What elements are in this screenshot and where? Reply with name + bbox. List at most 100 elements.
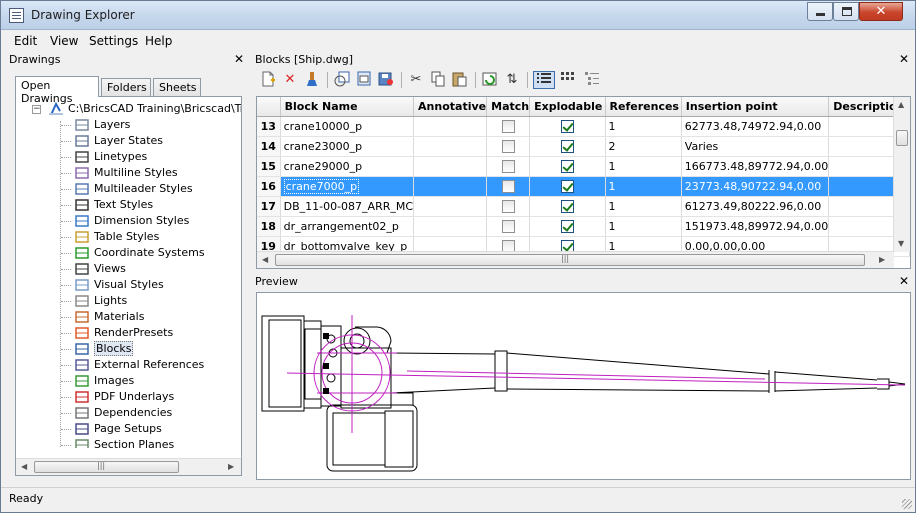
explodable-cell[interactable] bbox=[529, 196, 606, 217]
table-vertical-scrollbar[interactable]: ▲ ▼ bbox=[893, 97, 910, 252]
menu-edit[interactable]: Edit bbox=[14, 34, 37, 48]
tree-item-external-references[interactable]: External References bbox=[16, 357, 241, 373]
insertion-point-cell[interactable]: 166773.48,89772.94,0.00 bbox=[681, 156, 830, 177]
match-cell[interactable] bbox=[486, 196, 531, 217]
explodable-cell[interactable] bbox=[529, 136, 606, 157]
minimize-button[interactable] bbox=[807, 2, 833, 21]
table-row[interactable]: 16 crane7000_p 1 23773.48,90722.94,0.00 bbox=[257, 176, 910, 197]
block-name-cell[interactable]: crane7000_p bbox=[280, 176, 415, 197]
explodable-checkbox[interactable] bbox=[560, 159, 574, 173]
insertion-point-cell[interactable]: 23773.48,90722.94,0.00 bbox=[681, 176, 830, 197]
explodable-checkbox[interactable] bbox=[560, 199, 574, 213]
match-cell[interactable] bbox=[486, 136, 531, 157]
table-row[interactable]: 13 crane10000_p 1 62773.48,74972.94,0.00 bbox=[257, 116, 910, 137]
column-header[interactable]: References bbox=[605, 97, 682, 117]
resize-grip-icon[interactable] bbox=[902, 499, 912, 509]
tree-item-layers[interactable]: Layers bbox=[16, 117, 241, 133]
tree-item-lights[interactable]: Lights bbox=[16, 293, 241, 309]
maximize-button[interactable] bbox=[833, 2, 859, 21]
table-row[interactable]: 14 crane23000_p 2 Varies bbox=[257, 136, 910, 157]
tree-item-views[interactable]: Views bbox=[16, 261, 241, 277]
tree-item-dimension-styles[interactable]: Dimension Styles bbox=[16, 213, 241, 229]
refresh-icon[interactable] bbox=[481, 71, 499, 89]
match-cell[interactable] bbox=[486, 216, 531, 237]
annotative-cell[interactable] bbox=[413, 116, 488, 137]
details-view-icon[interactable] bbox=[533, 71, 555, 89]
column-header[interactable]: Explodable bbox=[529, 97, 606, 117]
tab-folders[interactable]: Folders bbox=[101, 78, 151, 96]
scroll-left-icon[interactable]: ◀ bbox=[21, 462, 27, 471]
explodable-cell[interactable] bbox=[529, 156, 606, 177]
delete-icon[interactable]: ✕ bbox=[281, 71, 299, 89]
row-number[interactable]: 15 bbox=[257, 156, 281, 177]
annotative-cell[interactable] bbox=[413, 196, 488, 217]
scroll-right-icon[interactable]: ▶ bbox=[228, 462, 234, 471]
collapse-icon[interactable]: − bbox=[32, 105, 41, 114]
tree-item-materials[interactable]: Materials bbox=[16, 309, 241, 325]
explodable-cell[interactable] bbox=[529, 176, 606, 197]
match-checkbox[interactable] bbox=[501, 219, 515, 233]
preview-panel-close-icon[interactable]: ✕ bbox=[899, 274, 909, 288]
annotative-cell[interactable] bbox=[413, 156, 488, 177]
copy-icon[interactable] bbox=[429, 71, 447, 89]
block-name-cell[interactable]: crane23000_p bbox=[280, 136, 415, 157]
insertion-point-cell[interactable]: 151973.48,89972.94,0.00 bbox=[681, 216, 830, 237]
row-number[interactable]: 17 bbox=[257, 196, 281, 217]
annotative-cell[interactable] bbox=[413, 216, 488, 237]
tree-item-coordinate-systems[interactable]: Coordinate Systems bbox=[16, 245, 241, 261]
row-number[interactable]: 18 bbox=[257, 216, 281, 237]
table-row[interactable]: 18 dr_arrangement02_p 1 151973.48,89972.94,… bbox=[257, 216, 910, 237]
match-checkbox[interactable] bbox=[501, 159, 515, 173]
vertical-scroll-thumb[interactable] bbox=[896, 130, 908, 146]
row-number[interactable]: 14 bbox=[257, 136, 281, 157]
save-block-icon[interactable] bbox=[377, 71, 395, 89]
scroll-up-icon[interactable]: ▲ bbox=[898, 100, 904, 109]
column-header[interactable]: Block Name bbox=[280, 97, 415, 117]
tree-item-layer-states[interactable]: Layer States bbox=[16, 133, 241, 149]
annotative-cell[interactable] bbox=[413, 176, 488, 197]
block-name-cell[interactable]: DB_11-00-087_ARR_MC bbox=[280, 196, 415, 217]
match-checkbox[interactable] bbox=[501, 199, 515, 213]
new-icon[interactable] bbox=[259, 71, 277, 89]
menu-help[interactable]: Help bbox=[145, 34, 172, 48]
tree-item-dependencies[interactable]: Dependencies bbox=[16, 405, 241, 421]
insertion-point-cell[interactable]: 61273.49,80222.96,0.00 bbox=[681, 196, 830, 217]
tree-item-linetypes[interactable]: Linetypes bbox=[16, 149, 241, 165]
scrollbar-thumb[interactable]: ||| bbox=[34, 461, 179, 473]
scroll-right-icon[interactable]: ▶ bbox=[879, 255, 885, 264]
references-cell[interactable]: 1 bbox=[605, 176, 682, 197]
tree-item-multiline-styles[interactable]: Multiline Styles bbox=[16, 165, 241, 181]
column-header[interactable] bbox=[257, 97, 281, 117]
annotative-cell[interactable] bbox=[413, 136, 488, 157]
tree-item-section-planes[interactable]: Section Planes bbox=[16, 437, 241, 448]
match-checkbox[interactable] bbox=[501, 139, 515, 153]
column-header[interactable]: Annotative bbox=[413, 97, 488, 117]
table-row[interactable]: 17 DB_11-00-087_ARR_MC 1 61273.49,80222.96,… bbox=[257, 196, 910, 217]
table-horizontal-scrollbar[interactable]: ◀ ||| ▶ bbox=[257, 251, 894, 268]
table-row[interactable]: 15 crane29000_p 1 166773.48,89772.94,0.00 bbox=[257, 156, 910, 177]
block-name-cell[interactable]: dr_arrangement02_p bbox=[280, 216, 415, 237]
tree-item-page-setups[interactable]: Page Setups bbox=[16, 421, 241, 437]
close-button[interactable]: ✕ bbox=[859, 2, 903, 21]
menu-view[interactable]: View bbox=[50, 34, 78, 48]
tab-sheets[interactable]: Sheets bbox=[153, 78, 201, 96]
explodable-checkbox[interactable] bbox=[560, 139, 574, 153]
references-cell[interactable]: 2 bbox=[605, 136, 682, 157]
tree-item-visual-styles[interactable]: Visual Styles bbox=[16, 277, 241, 293]
explodable-cell[interactable] bbox=[529, 216, 606, 237]
references-cell[interactable]: 1 bbox=[605, 216, 682, 237]
tree-item-table-styles[interactable]: Table Styles bbox=[16, 229, 241, 245]
explodable-checkbox[interactable] bbox=[560, 179, 574, 193]
explodable-checkbox[interactable] bbox=[560, 219, 574, 233]
column-header[interactable]: Insertion point bbox=[681, 97, 830, 117]
match-checkbox[interactable] bbox=[501, 119, 515, 133]
tree-item-text-styles[interactable]: Text Styles bbox=[16, 197, 241, 213]
match-cell[interactable] bbox=[486, 116, 531, 137]
explodable-cell[interactable] bbox=[529, 116, 606, 137]
row-number[interactable]: 16 bbox=[257, 176, 281, 197]
cut-icon[interactable]: ✂ bbox=[407, 71, 425, 89]
references-cell[interactable]: 1 bbox=[605, 156, 682, 177]
tree-item-render-presets[interactable]: RenderPresets bbox=[16, 325, 241, 341]
match-cell[interactable] bbox=[486, 156, 531, 177]
tree-item-blocks[interactable]: Blocks bbox=[16, 341, 241, 357]
